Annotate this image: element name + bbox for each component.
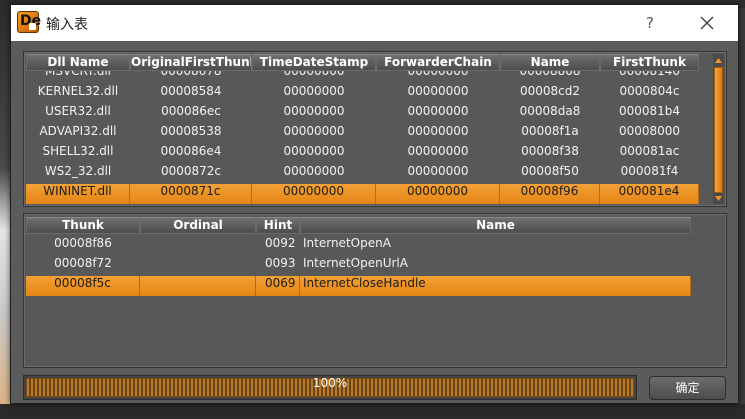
table-cell (140, 276, 256, 296)
table-cell: WS2_32.dll (44, 164, 112, 178)
close-button[interactable] (694, 10, 720, 36)
table-cell: 00008cd2 (519, 84, 581, 98)
table-cell: 00008f50 (521, 164, 579, 178)
progress-label: 100% (312, 376, 348, 390)
table-cell: 000086e4 (160, 144, 222, 158)
function-table[interactable]: Thunk Ordinal Hint Name 00008f86 0092 Interne… (23, 213, 727, 368)
column-header[interactable]: Name (500, 54, 600, 71)
table-row[interactable]: 00008f5c 0069 InternetCloseHandle (26, 276, 691, 296)
dll-table-header: Dll Name OriginalFirstThunk TimeDateStamp F… (26, 54, 699, 71)
table-cell: 00000000 (407, 144, 469, 158)
table-cell: 00008538 (160, 124, 222, 138)
table-cell: 00008f72 (54, 256, 112, 270)
background-bottom (0, 404, 745, 419)
table-cell: 00000000 (283, 164, 345, 178)
scrollbar-thumb[interactable] (714, 67, 723, 193)
dialog-content: MSVCRT.dll 00008678 00000000 00000000 000088… (11, 41, 738, 403)
column-header[interactable]: Ordinal (140, 217, 256, 234)
function-table-header: Thunk Ordinal Hint Name (26, 217, 691, 234)
column-header[interactable]: Thunk (26, 217, 140, 234)
table-cell (140, 256, 256, 276)
table-cell: 00008f1a (521, 124, 579, 138)
table-cell: InternetCloseHandle (300, 276, 691, 296)
table-row[interactable]: ADVAPI32.dll 00008538 00000000 00000000 0000… (26, 124, 699, 144)
table-row[interactable]: 00008f86 0092 InternetOpenA (26, 236, 691, 256)
scroll-down-icon[interactable] (714, 194, 723, 203)
table-cell: 000081e4 (600, 184, 699, 204)
table-row[interactable]: WININET.dll 0000871c 00000000 00000000 00008… (26, 184, 699, 204)
column-header[interactable]: FirstThunk (600, 54, 699, 71)
table-cell: 000081b4 (618, 104, 681, 118)
dll-table-body: MSVCRT.dll 00008678 00000000 00000000 000088… (26, 64, 699, 204)
table-cell: 000086ec (161, 104, 221, 118)
table-cell: 0092 (265, 236, 296, 250)
dll-table-scrollbar[interactable] (713, 54, 724, 204)
help-button[interactable]: ? (639, 12, 661, 34)
table-cell: 00008584 (160, 84, 222, 98)
table-cell: 0000871c (130, 184, 252, 204)
table-cell: 00008f5c (26, 276, 140, 296)
table-cell: 0093 (265, 256, 296, 270)
column-header[interactable]: ForwarderChain (376, 54, 500, 71)
table-cell: ADVAPI32.dll (39, 124, 117, 138)
window-title: 输入表 (46, 17, 88, 33)
table-cell: 0000804c (619, 84, 680, 98)
column-header[interactable]: OriginalFirstThunk (130, 54, 252, 71)
table-cell: 0000872c (160, 164, 222, 178)
table-cell: 00000000 (283, 144, 345, 158)
title-bar[interactable]: De 输入表 ? (11, 5, 738, 41)
column-header[interactable]: Hint (256, 217, 300, 234)
table-cell: USER32.dll (45, 104, 111, 118)
table-cell: 00000000 (376, 184, 500, 204)
table-row[interactable]: 00008f72 0093 InternetOpenUrlA (26, 256, 691, 276)
table-cell: 00000000 (407, 84, 469, 98)
table-row[interactable]: WS2_32.dll 0000872c 00000000 00000000 00008f… (26, 164, 699, 184)
table-cell: WININET.dll (26, 184, 130, 204)
table-cell: 00000000 (283, 104, 345, 118)
column-header[interactable]: Name (300, 217, 691, 234)
progress-bar: 100% (23, 375, 637, 400)
table-cell: 00000000 (407, 104, 469, 118)
column-header[interactable]: Dll Name (26, 54, 130, 71)
table-cell: 00008000 (618, 124, 681, 138)
table-row[interactable]: USER32.dll 000086ec 00000000 00000000 00008d… (26, 104, 699, 124)
table-cell: 00000000 (407, 164, 469, 178)
table-cell (140, 236, 256, 256)
table-cell: InternetOpenA (303, 236, 391, 250)
table-cell: 00000000 (283, 124, 345, 138)
table-cell: 00008f86 (54, 236, 112, 250)
table-cell: InternetOpenUrlA (303, 256, 408, 270)
function-table-body: 00008f86 0092 InternetOpenA 00008f72 0093 Int… (26, 236, 691, 296)
table-cell: 00000000 (407, 124, 469, 138)
table-cell: 00008da8 (519, 104, 581, 118)
table-cell: 00000000 (283, 84, 345, 98)
table-cell: 00000000 (252, 184, 376, 204)
table-cell: 0069 (256, 276, 300, 296)
close-icon (700, 16, 714, 30)
table-cell: 00008f38 (521, 144, 579, 158)
table-row[interactable]: KERNEL32.dll 00008584 00000000 00000000 0000… (26, 84, 699, 104)
table-cell: KERNEL32.dll (37, 84, 119, 98)
scroll-up-icon[interactable] (714, 56, 723, 65)
dll-table[interactable]: MSVCRT.dll 00008678 00000000 00000000 000088… (23, 51, 727, 207)
table-cell: 000081ac (619, 144, 680, 158)
ok-button[interactable]: 确定 (649, 376, 726, 400)
table-row[interactable]: SHELL32.dll 000086e4 00000000 00000000 00008… (26, 144, 699, 164)
table-cell: 00008f96 (500, 184, 600, 204)
app-logo-icon: De (17, 11, 41, 33)
table-cell: SHELL32.dll (42, 144, 114, 158)
import-table-dialog: De 输入表 ? MSVCRT.dll 00008678 00000000 00000… (10, 4, 739, 404)
column-header[interactable]: TimeDateStamp (252, 54, 376, 71)
table-cell: 000081f4 (620, 164, 679, 178)
